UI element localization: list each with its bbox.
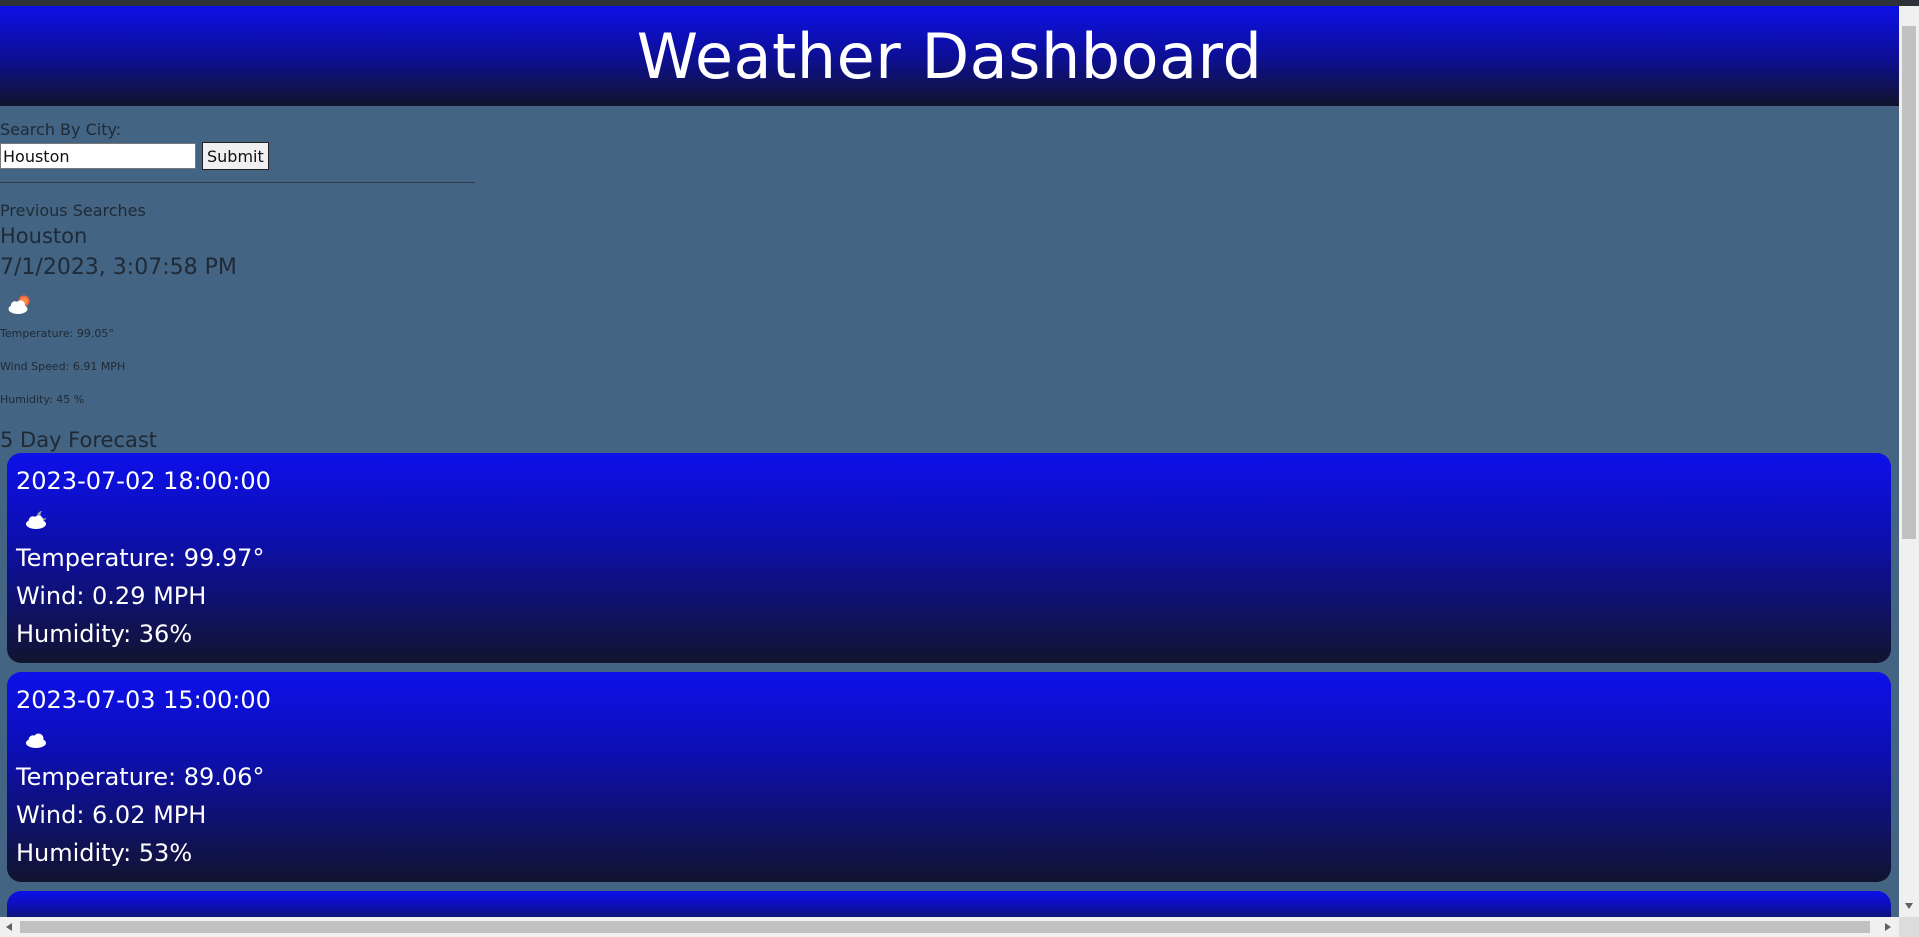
forecast-humidity: Humidity: 53% [16, 839, 193, 867]
forecast-title: 5 Day Forecast [0, 428, 158, 452]
cloud-moon-icon [26, 510, 49, 529]
page-header: Weather Dashboard [0, 6, 1899, 106]
forecast-card: 2023-07-03 15:00:00 Temperature: 89.06° … [7, 672, 1891, 882]
vertical-scroll-thumb[interactable] [1902, 26, 1916, 539]
current-humidity: Humidity: 45 % [0, 393, 85, 406]
page-viewport: Weather Dashboard Search By City: Submit… [0, 6, 1899, 917]
previous-searches-label: Previous Searches [0, 201, 146, 220]
cloud-sun-icon [8, 295, 30, 314]
forecast-humidity: Humidity: 36% [16, 620, 193, 648]
forecast-temperature: Temperature: 89.06° [16, 763, 265, 791]
search-section: Search By City: Submit Previous Searches… [0, 106, 1899, 453]
forecast-card: 2023-07-02 18:00:00 Temperature: 99.97° … [7, 453, 1891, 663]
current-wind-speed: Wind Speed: 6.91 MPH [0, 360, 126, 373]
search-row: Submit [0, 142, 1899, 170]
forecast-card [7, 891, 1891, 917]
forecast-list: 2023-07-02 18:00:00 Temperature: 99.97° … [0, 453, 1899, 917]
section-divider [0, 182, 475, 183]
forecast-date: 2023-07-02 18:00:00 [16, 467, 271, 495]
search-label: Search By City: [0, 120, 122, 139]
horizontal-scroll-thumb[interactable] [20, 921, 1870, 933]
current-datetime: 7/1/2023, 3:07:58 PM [0, 255, 237, 280]
current-temperature: Temperature: 99.05° [0, 327, 114, 340]
scroll-right-arrow-icon[interactable] [1885, 923, 1891, 931]
forecast-wind: Wind: 6.02 MPH [16, 801, 207, 829]
vertical-scrollbar[interactable] [1899, 6, 1919, 917]
cloud-icon [26, 733, 46, 748]
forecast-temperature: Temperature: 99.97° [16, 544, 265, 572]
scroll-left-arrow-icon[interactable] [6, 923, 12, 931]
previous-search-item[interactable]: Houston [0, 224, 1899, 248]
page-title: Weather Dashboard [636, 19, 1263, 93]
forecast-date: 2023-07-03 15:00:00 [16, 686, 271, 714]
horizontal-scrollbar[interactable] [0, 917, 1919, 937]
scrollbar-corner [1899, 917, 1919, 937]
city-search-input[interactable] [0, 143, 196, 169]
submit-button[interactable]: Submit [202, 142, 269, 170]
scroll-down-arrow-icon[interactable] [1905, 903, 1913, 909]
forecast-wind: Wind: 0.29 MPH [16, 582, 207, 610]
